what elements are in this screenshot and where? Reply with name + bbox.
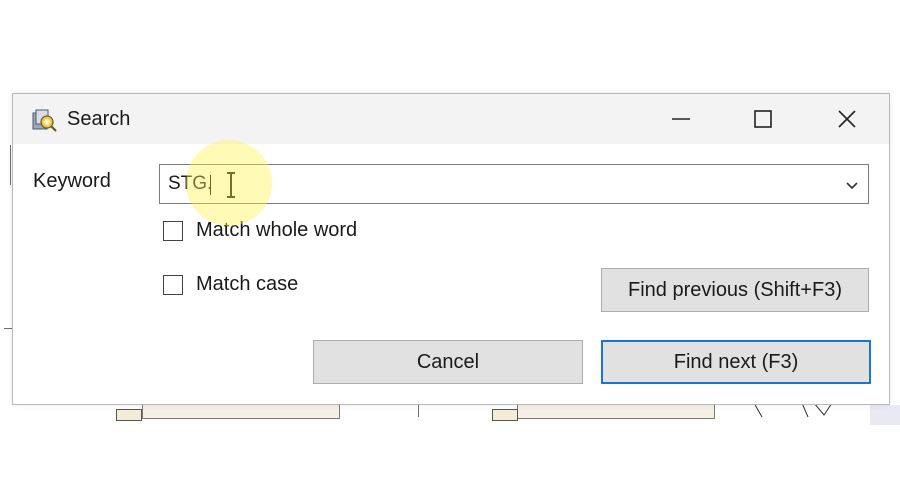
dialog-title: Search: [67, 108, 131, 130]
search-dialog: Search Keyword Match: [12, 93, 890, 405]
minimize-icon: [672, 118, 690, 120]
background-diagram-shape: [753, 403, 833, 418]
text-cursor-icon: [227, 172, 235, 198]
cancel-button[interactable]: Cancel: [313, 340, 583, 384]
background-divider: [418, 403, 419, 417]
background-divider: [4, 328, 12, 329]
keyword-input[interactable]: [168, 165, 828, 203]
match-whole-word-label: Match whole word: [196, 219, 358, 241]
text-caret: [210, 175, 211, 195]
match-whole-word-checkbox[interactable]: [163, 220, 183, 241]
background-panel: [870, 405, 900, 425]
maximize-icon: [754, 110, 772, 128]
close-icon: [838, 110, 856, 128]
background-block: [142, 403, 340, 419]
title-bar[interactable]: Search: [13, 94, 889, 144]
keyword-label: Keyword: [33, 170, 111, 192]
background-connector: [116, 409, 142, 421]
match-case-option[interactable]: Match case: [163, 273, 298, 296]
match-case-label: Match case: [196, 273, 299, 295]
app-search-icon: [32, 109, 57, 132]
maximize-button[interactable]: [743, 102, 783, 136]
minimize-button[interactable]: [661, 102, 701, 136]
match-whole-word-option[interactable]: Match whole word: [163, 219, 357, 242]
background-connector: [492, 409, 518, 421]
find-previous-button[interactable]: Find previous (Shift+F3): [601, 268, 869, 312]
close-button[interactable]: [827, 102, 867, 136]
match-case-checkbox[interactable]: [163, 274, 183, 295]
background-divider: [10, 145, 11, 185]
chevron-down-icon[interactable]: [844, 177, 860, 193]
keyword-combobox[interactable]: [159, 164, 869, 204]
find-next-button[interactable]: Find next (F3): [601, 340, 871, 384]
background-block: [517, 403, 715, 419]
